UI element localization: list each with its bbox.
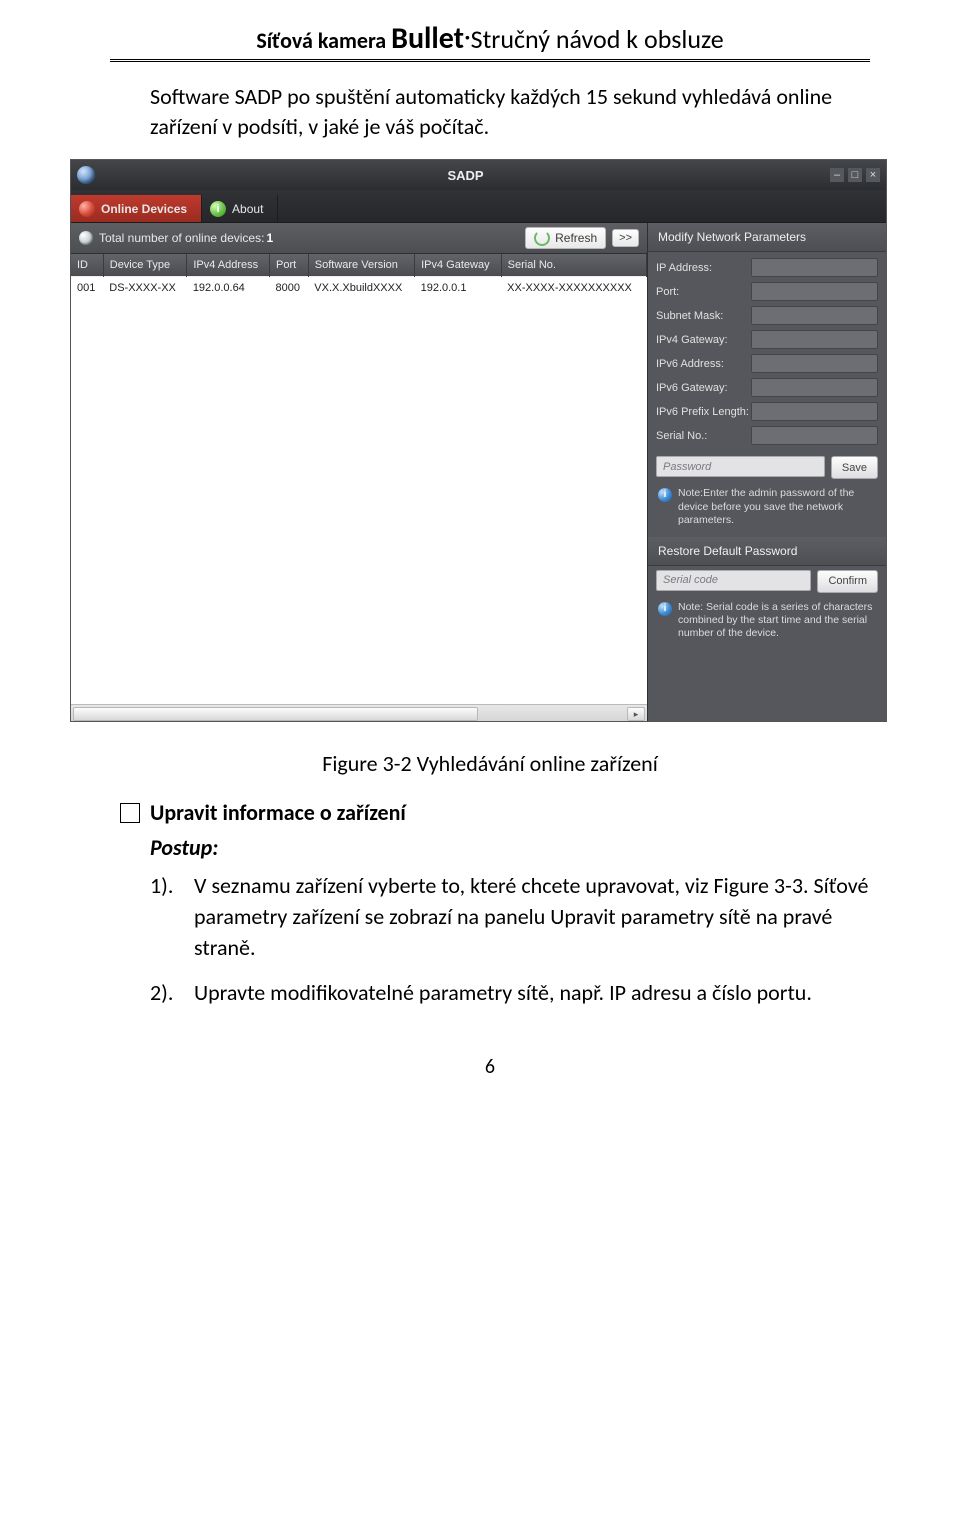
info-icon [658,602,672,616]
sadp-window: SADP – □ × Online Devices About Total nu… [70,159,887,722]
header-pre: Síťová kamera [256,27,391,54]
label-serial: Serial No.: [656,430,751,442]
maximize-button[interactable]: □ [848,168,862,182]
cell-id: 001 [71,277,103,300]
serial-code-input[interactable]: Serial code [656,570,811,591]
tab-label: Online Devices [101,202,187,216]
page-header: Síťová kamera Bullet·Stručný návod k obs… [110,20,870,62]
tab-online-devices[interactable]: Online Devices [71,195,202,222]
col-gateway[interactable]: IPv4 Gateway [415,254,502,277]
label-ipv6-address: IPv6 Address: [656,358,751,370]
online-devices-icon [79,201,95,217]
note-text-2: Note: Serial code is a series of charact… [678,601,876,640]
col-serial[interactable]: Serial No. [501,254,646,277]
cell-serial: XX-XXXX-XXXXXXXXXX [501,277,646,300]
table-row[interactable]: 001 DS-XXXX-XX 192.0.0.64 8000 VX.X.Xbui… [71,277,647,300]
note-text-1: Note:Enter the admin password of the dev… [678,487,876,526]
modify-panel: Modify Network Parameters IP Address: Po… [647,223,886,721]
input-ipv6-address[interactable] [751,354,878,373]
tab-label: About [232,202,263,216]
page-number: 6 [110,1055,870,1079]
close-button[interactable]: × [866,168,880,182]
label-ipv6-gateway: IPv6 Gateway: [656,382,751,394]
section-title: Upravit informace o zařízení [150,799,870,826]
header-big: Bullet [391,20,464,57]
input-ipv4-gateway[interactable] [751,330,878,349]
titlebar: SADP – □ × [71,160,886,190]
app-icon [77,166,95,184]
cell-software: VX.X.XbuildXXXX [308,277,414,300]
procedure-heading: Postup: [150,834,870,861]
label-ip: IP Address: [656,262,751,274]
cell-type: DS-XXXX-XX [103,277,187,300]
confirm-button[interactable]: Confirm [817,570,878,593]
label-port: Port: [656,286,751,298]
refresh-button[interactable]: Refresh [525,227,606,249]
step-text: Upravte modifikovatelné parametry sítě, … [194,978,870,1009]
device-table[interactable]: ID Device Type IPv4 Address Port Softwar… [71,254,647,299]
header-dot: · [464,20,471,52]
total-count: 1 [266,231,273,245]
list-toolbar: Total number of online devices: 1 Refres… [71,223,647,254]
step-number: 2). [150,978,194,1009]
intro-text: Software SADP po spuštění automaticky ka… [150,82,870,141]
refresh-label: Refresh [555,231,597,245]
restore-heading: Restore Default Password [648,537,886,566]
input-serial[interactable] [751,426,878,445]
expand-button[interactable]: >> [612,229,639,247]
table-empty-area [71,299,647,704]
tabbar: Online Devices About [71,190,886,223]
input-subnet[interactable] [751,306,878,325]
step-number: 1). [150,871,194,963]
figure-caption: Figure 3-2 Vyhledávání online zařízení [110,750,870,777]
save-button[interactable]: Save [831,456,878,479]
col-id[interactable]: ID [71,254,103,277]
tab-about[interactable]: About [202,195,278,222]
input-ipv6-gateway[interactable] [751,378,878,397]
scrollbar-thumb[interactable] [73,707,478,721]
info-icon [658,488,672,502]
label-ipv4-gateway: IPv4 Gateway: [656,334,751,346]
window-title: SADP [101,168,830,183]
cell-port: 8000 [270,277,309,300]
col-software[interactable]: Software Version [308,254,414,277]
col-ipv4[interactable]: IPv4 Address [187,254,270,277]
cell-ipv4: 192.0.0.64 [187,277,270,300]
step-text: V seznamu zařízení vyberte to, které chc… [194,871,870,963]
total-label: Total number of online devices: [99,231,264,245]
modify-heading: Modify Network Parameters [648,223,886,252]
password-input[interactable]: Password [656,456,825,477]
col-port[interactable]: Port [270,254,309,277]
scrollbar-right-arrow[interactable]: ▸ [627,707,645,721]
cell-gateway: 192.0.0.1 [415,277,502,300]
step-1: 1). V seznamu zařízení vyberte to, které… [150,871,870,963]
label-subnet: Subnet Mask: [656,310,751,322]
device-list-panel: Total number of online devices: 1 Refres… [71,223,647,721]
input-ipv6-prefix[interactable] [751,402,878,421]
header-post: Stručný návod k obsluze [471,23,724,55]
section-title-text: Upravit informace o zařízení [150,799,406,826]
col-type[interactable]: Device Type [103,254,187,277]
minimize-button[interactable]: – [830,168,844,182]
about-icon [210,201,226,217]
horizontal-scrollbar[interactable]: ▸ [71,704,647,721]
label-ipv6-prefix: IPv6 Prefix Length: [656,406,751,418]
checkbox-icon [120,803,140,823]
step-2: 2). Upravte modifikovatelné parametry sí… [150,978,870,1009]
input-port[interactable] [751,282,878,301]
count-icon [79,231,93,245]
refresh-icon [534,230,550,246]
input-ip[interactable] [751,258,878,277]
